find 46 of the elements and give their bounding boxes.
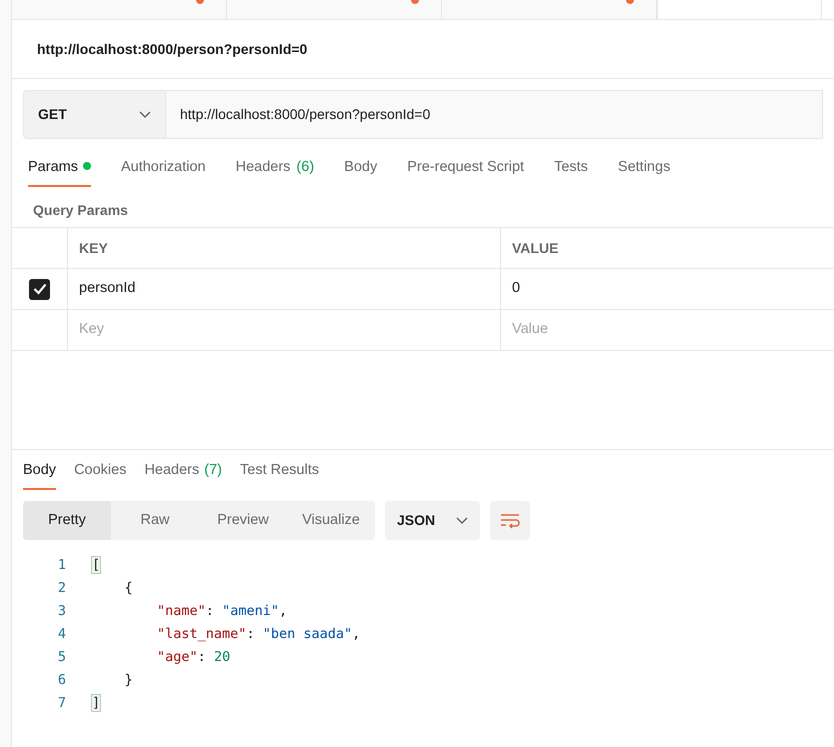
view-mode-tab[interactable]: Visualize — [287, 501, 375, 540]
request-tab[interactable]: Headers (6) — [236, 157, 314, 187]
response-tab[interactable]: Headers (7) — [144, 460, 222, 490]
line-number: 6 — [56, 671, 67, 690]
code-line: "last_name": "ben saada", — [156, 625, 360, 644]
request-tab[interactable]: Authorization — [120, 157, 206, 187]
column-header: KEY — [79, 238, 108, 258]
request-title: http://localhost:8000/person?personId=0 — [37, 40, 308, 59]
browser-tab[interactable] — [442, 0, 657, 19]
view-mode-tab[interactable]: Pretty — [23, 501, 111, 540]
browser-tab[interactable] — [227, 0, 442, 19]
view-mode-tab[interactable]: Raw — [111, 501, 199, 540]
line-number: 1 — [56, 556, 67, 576]
chevron-down-icon — [139, 110, 151, 118]
response-tab[interactable]: Test Results — [240, 460, 319, 490]
browser-tab[interactable] — [657, 0, 822, 19]
view-mode-tab[interactable]: Preview — [199, 501, 287, 540]
request-tab[interactable]: Settings — [618, 157, 670, 187]
line-number: 2 — [56, 579, 67, 598]
param-value[interactable]: 0 — [512, 278, 520, 300]
format-dropdown[interactable]: JSON — [385, 501, 480, 540]
line-number: 5 — [56, 648, 67, 668]
check-icon — [32, 283, 46, 295]
line-number: 7 — [56, 694, 67, 714]
code-line: "age": 20 — [156, 648, 230, 668]
wrap-lines-button[interactable] — [490, 501, 530, 540]
code-line: { — [124, 579, 133, 598]
request-tab[interactable]: Pre-request Script — [407, 157, 524, 187]
browser-tab[interactable] — [12, 0, 227, 19]
url-input[interactable]: http://localhost:8000/person?personId=0 — [166, 90, 823, 139]
wrap-lines-icon — [500, 512, 520, 528]
section-title: Query Params — [33, 202, 128, 218]
code-line: } — [124, 671, 133, 690]
request-tab[interactable]: Params — [28, 157, 91, 187]
request-tab[interactable]: Tests — [554, 157, 588, 187]
line-number: 3 — [56, 602, 67, 622]
line-number: 4 — [56, 625, 67, 644]
request-tab[interactable]: Body — [344, 157, 378, 187]
chevron-down-icon — [456, 516, 468, 524]
method-dropdown[interactable]: GET — [23, 90, 166, 139]
checkbox[interactable] — [29, 278, 50, 300]
response-tab[interactable]: Body — [23, 460, 56, 490]
column-header: VALUE — [512, 238, 558, 258]
code-line: "name": "ameni", — [156, 602, 288, 622]
param-key[interactable]: personId — [79, 278, 136, 300]
response-tab[interactable]: Cookies — [74, 460, 126, 490]
